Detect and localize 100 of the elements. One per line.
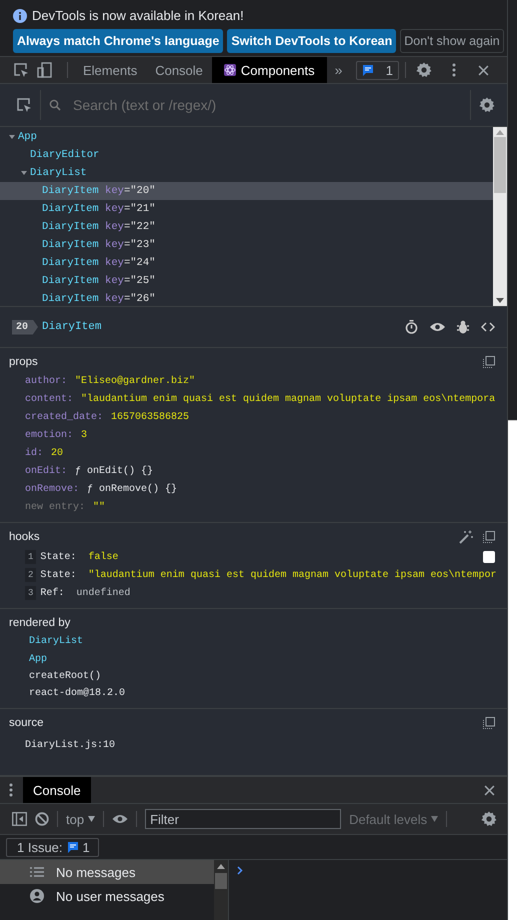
drawer-menu-icon[interactable] bbox=[9, 783, 13, 797]
prop-value[interactable]: "Eliseo@gardner.biz" bbox=[75, 376, 196, 388]
prop-name: author: bbox=[25, 376, 68, 388]
scroll-up-icon[interactable] bbox=[217, 864, 225, 869]
tree-row[interactable]: DiaryItem key="26" bbox=[0, 290, 493, 306]
prop-value[interactable]: 1657063586825 bbox=[111, 412, 190, 424]
atom-logo-icon bbox=[224, 64, 236, 76]
hook-name: State: bbox=[40, 552, 76, 562]
section-title: props bbox=[9, 356, 38, 368]
copy-icon[interactable] bbox=[483, 356, 495, 368]
collapse-caret-icon[interactable] bbox=[20, 169, 28, 177]
settings-icon[interactable] bbox=[479, 97, 495, 113]
filter-field[interactable]: Filter bbox=[145, 809, 342, 829]
prop-name: content: bbox=[25, 394, 74, 406]
panel-tab[interactable]: Console bbox=[146, 57, 212, 83]
prop-value[interactable]: ƒ onRemove() {} bbox=[87, 484, 178, 495]
settings-icon[interactable] bbox=[416, 62, 432, 78]
tree-row[interactable]: DiaryItem key="25" bbox=[0, 272, 493, 290]
section-title: source bbox=[9, 717, 44, 729]
scrollbar[interactable] bbox=[493, 127, 507, 306]
hook-value[interactable]: "laudantium enim quasi est quidem magnam voluptate ipsam eos\ntempor bbox=[88, 570, 496, 580]
context-dropdown[interactable]: top bbox=[66, 812, 96, 826]
tree-row[interactable]: DiaryItem key="20" bbox=[0, 182, 493, 200]
collapse-caret-icon[interactable] bbox=[8, 133, 16, 141]
sidebar-item[interactable]: No user messages bbox=[0, 884, 214, 908]
clear-console-icon[interactable] bbox=[35, 812, 49, 826]
component-name: DiaryItem bbox=[42, 293, 99, 305]
component-name: DiaryItem bbox=[42, 203, 99, 215]
notification-button[interactable]: Switch DevTools to Korean bbox=[227, 29, 396, 53]
prop-value[interactable]: 20 bbox=[51, 448, 64, 459]
component-name: DiaryItem bbox=[42, 185, 99, 197]
search-field[interactable]: Search (text or /regex/) bbox=[69, 97, 462, 113]
copy-icon[interactable] bbox=[483, 717, 495, 729]
eye-icon[interactable] bbox=[430, 322, 445, 332]
tree-row[interactable]: DiaryItem key="21" bbox=[0, 200, 493, 218]
panel-tab[interactable]: Elements bbox=[74, 57, 146, 83]
key-prop: key="24" bbox=[105, 257, 156, 269]
owner-name: createRoot() bbox=[29, 670, 102, 682]
panel-tab[interactable]: Components bbox=[212, 57, 327, 83]
notification-button[interactable]: Always match Chrome's language bbox=[13, 29, 224, 53]
key-prop: key="23" bbox=[105, 239, 156, 251]
prop-value[interactable]: 3 bbox=[81, 430, 88, 442]
hook-index: 1 bbox=[25, 550, 36, 564]
tree-row[interactable]: App bbox=[0, 128, 493, 146]
key-prop: key="22" bbox=[105, 221, 156, 233]
magic-wand-icon[interactable] bbox=[459, 530, 473, 544]
prop-value[interactable]: "" bbox=[93, 502, 106, 513]
copy-icon[interactable] bbox=[483, 531, 495, 543]
code-icon[interactable] bbox=[481, 322, 495, 332]
prop-name: id: bbox=[25, 448, 44, 459]
prop-name: onEdit: bbox=[25, 466, 68, 477]
tree-row[interactable]: DiaryItem key="24" bbox=[0, 254, 493, 272]
inspect-icon[interactable] bbox=[13, 62, 29, 78]
prop-value[interactable]: ƒ onEdit() {} bbox=[75, 466, 154, 477]
owner-name[interactable]: DiaryList bbox=[29, 636, 84, 648]
sidebar-item[interactable]: No messages bbox=[0, 860, 214, 884]
key-badge: 20 bbox=[12, 320, 38, 334]
sidebar-toggle-icon[interactable] bbox=[12, 812, 27, 826]
close-icon[interactable] bbox=[478, 64, 489, 76]
tree-row[interactable]: DiaryEditor bbox=[0, 146, 493, 164]
issues-badge[interactable]: 1 bbox=[356, 60, 399, 80]
key-prop: key="20" bbox=[105, 185, 156, 197]
tree-row[interactable]: DiaryItem key="22" bbox=[0, 218, 493, 236]
owner-name[interactable]: App bbox=[29, 654, 48, 665]
key-prop: key="26" bbox=[105, 293, 156, 305]
hook-value[interactable]: false bbox=[88, 552, 118, 562]
prompt-chevron-icon bbox=[237, 866, 243, 875]
tree-row[interactable]: DiaryItem key="23" bbox=[0, 236, 493, 254]
hook-value[interactable]: undefined bbox=[76, 588, 130, 598]
section-title: hooks bbox=[9, 531, 40, 543]
key-prop: key="25" bbox=[105, 275, 156, 287]
notification-text: DevTools is now available in Korean! bbox=[32, 8, 244, 23]
component-name: DiaryList bbox=[30, 167, 87, 179]
notification-button[interactable]: Don't show again bbox=[400, 29, 504, 53]
hook-index: 3 bbox=[25, 586, 36, 600]
source-location[interactable]: DiaryList.js:10 bbox=[9, 734, 495, 751]
scrollbar[interactable] bbox=[214, 860, 228, 920]
eye-icon[interactable] bbox=[112, 814, 128, 824]
device-icon[interactable] bbox=[37, 62, 53, 78]
scroll-down-icon[interactable] bbox=[496, 298, 504, 303]
hook-name: State: bbox=[40, 570, 76, 580]
component-title: DiaryItem bbox=[42, 321, 102, 333]
close-drawer-icon[interactable] bbox=[484, 784, 495, 796]
issues-button[interactable]: 1 Issue: 1 bbox=[6, 838, 99, 856]
stopwatch-icon[interactable] bbox=[405, 320, 418, 334]
inspect-icon[interactable] bbox=[16, 97, 32, 113]
component-name: DiaryEditor bbox=[30, 149, 100, 161]
prop-value[interactable]: "laudantium enim quasi est quidem magnam voluptate ipsam eos\ntempora bbox=[81, 394, 496, 406]
prop-name: created_date: bbox=[25, 412, 104, 424]
prop-name: onRemove: bbox=[25, 484, 80, 495]
caret-icon bbox=[88, 816, 96, 822]
bug-icon[interactable] bbox=[457, 320, 469, 334]
checkbox[interactable] bbox=[483, 551, 495, 563]
user-icon bbox=[30, 889, 44, 903]
more-options-icon[interactable] bbox=[452, 63, 456, 77]
drawer-tab[interactable]: Console bbox=[23, 777, 91, 803]
owner-name: react-dom@18.2.0 bbox=[29, 688, 126, 699]
tree-row[interactable]: DiaryList bbox=[0, 164, 493, 182]
settings-icon[interactable] bbox=[481, 811, 497, 827]
more-tabs-button[interactable]: » bbox=[326, 62, 350, 78]
